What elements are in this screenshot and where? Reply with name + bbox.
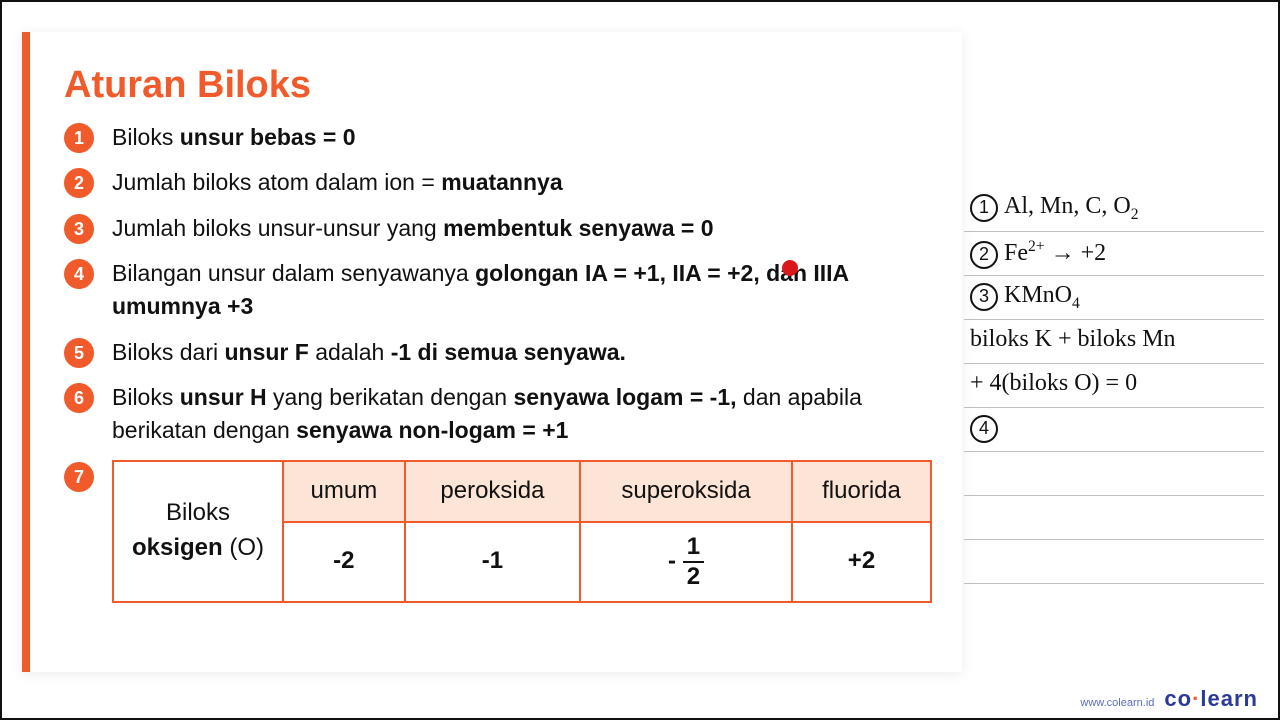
td-umum: -2 — [283, 522, 405, 602]
rule-4: 4 Bilangan unsur dalam senyawanya golong… — [64, 257, 932, 324]
rule-3-text-a: Jumlah biloks unsur-unsur yang — [112, 215, 443, 241]
note-line-2: 2Fe2+ → +2 — [964, 231, 1264, 275]
rule-1-text-b: unsur bebas = 0 — [180, 124, 356, 150]
rule-6-text-f: senyawa non-logam = +1 — [296, 417, 568, 443]
badge-5: 5 — [64, 338, 94, 368]
rule-5: 5 Biloks dari unsur F adalah -1 di semua… — [64, 336, 932, 369]
rule-6-text-b: unsur H — [180, 384, 267, 410]
rule-1-text-a: Biloks — [112, 124, 180, 150]
table-row-label: Biloks oksigen (O) — [113, 461, 283, 602]
note-num-2: 2 — [970, 241, 998, 269]
rules-list: 1 Biloks unsur bebas = 0 2 Jumlah biloks… — [64, 121, 932, 603]
rule-2-text-a: Jumlah biloks atom dalam ion = — [112, 169, 441, 195]
th-fluorida: fluorida — [792, 461, 931, 522]
badge-1: 1 — [64, 123, 94, 153]
td-fluorida: +2 — [792, 522, 931, 602]
rule-3: 3 Jumlah biloks unsur-unsur yang membent… — [64, 212, 932, 245]
note-line-blank-2 — [964, 495, 1264, 539]
rule-1: 1 Biloks unsur bebas = 0 — [64, 121, 932, 154]
badge-4: 4 — [64, 259, 94, 289]
note-line-4: biloks K + biloks Mn — [964, 319, 1264, 363]
td-superoksida: - 12 — [580, 522, 792, 602]
slide-title: Aturan Biloks — [64, 64, 932, 107]
td-peroksida: -1 — [405, 522, 580, 602]
note-line-1: 1Al, Mn, C, O2 — [964, 187, 1264, 231]
th-umum: umum — [283, 461, 405, 522]
badge-3: 3 — [64, 214, 94, 244]
laser-pointer-icon — [782, 260, 798, 276]
th-superoksida: superoksida — [580, 461, 792, 522]
oxygen-table: Biloks oksigen (O) umum peroksida supero… — [112, 460, 932, 603]
note-num-1: 1 — [970, 194, 998, 222]
badge-2: 2 — [64, 168, 94, 198]
note-line-blank-4 — [964, 583, 1264, 627]
note-line-blank-3 — [964, 539, 1264, 583]
note-num-3: 3 — [970, 283, 998, 311]
note-line-6: 4 — [964, 407, 1264, 451]
note-num-4: 4 — [970, 415, 998, 443]
rule-2: 2 Jumlah biloks atom dalam ion = muatann… — [64, 166, 932, 199]
rule-3-text-b: membentuk senyawa = 0 — [443, 215, 713, 241]
rule-5-text-c: adalah — [309, 339, 391, 365]
rule-6-text-a: Biloks — [112, 384, 180, 410]
rule-6-text-c: yang berikatan dengan — [267, 384, 514, 410]
badge-7: 7 — [64, 462, 94, 492]
rule-5-text-b: unsur F — [224, 339, 308, 365]
slide-card: Aturan Biloks 1 Biloks unsur bebas = 0 2… — [22, 32, 962, 672]
brand-logo: co·learn — [1164, 686, 1258, 712]
note-line-blank-1 — [964, 451, 1264, 495]
th-peroksida: peroksida — [405, 461, 580, 522]
rule-4-text-a: Bilangan unsur dalam senyawanya — [112, 260, 475, 286]
footer: www.colearn.id co·learn — [1080, 686, 1258, 712]
rule-5-text-d: -1 di semua senyawa. — [391, 339, 626, 365]
footer-url: www.colearn.id — [1080, 697, 1154, 709]
badge-6: 6 — [64, 383, 94, 413]
note-line-5: + 4(biloks O) = 0 — [964, 363, 1264, 407]
rule-5-text-a: Biloks dari — [112, 339, 224, 365]
rule-7: 7 Biloks oksigen (O) umum peroksida supe… — [64, 460, 932, 603]
rule-2-text-b: muatannya — [441, 169, 562, 195]
note-line-3: 3KMnO4 — [964, 275, 1264, 319]
rule-6-text-d: senyawa logam = -1, — [513, 384, 736, 410]
handwritten-notes: 1Al, Mn, C, O2 2Fe2+ → +2 3KMnO4 biloks … — [964, 187, 1264, 627]
rule-6: 6 Biloks unsur H yang berikatan dengan s… — [64, 381, 932, 448]
